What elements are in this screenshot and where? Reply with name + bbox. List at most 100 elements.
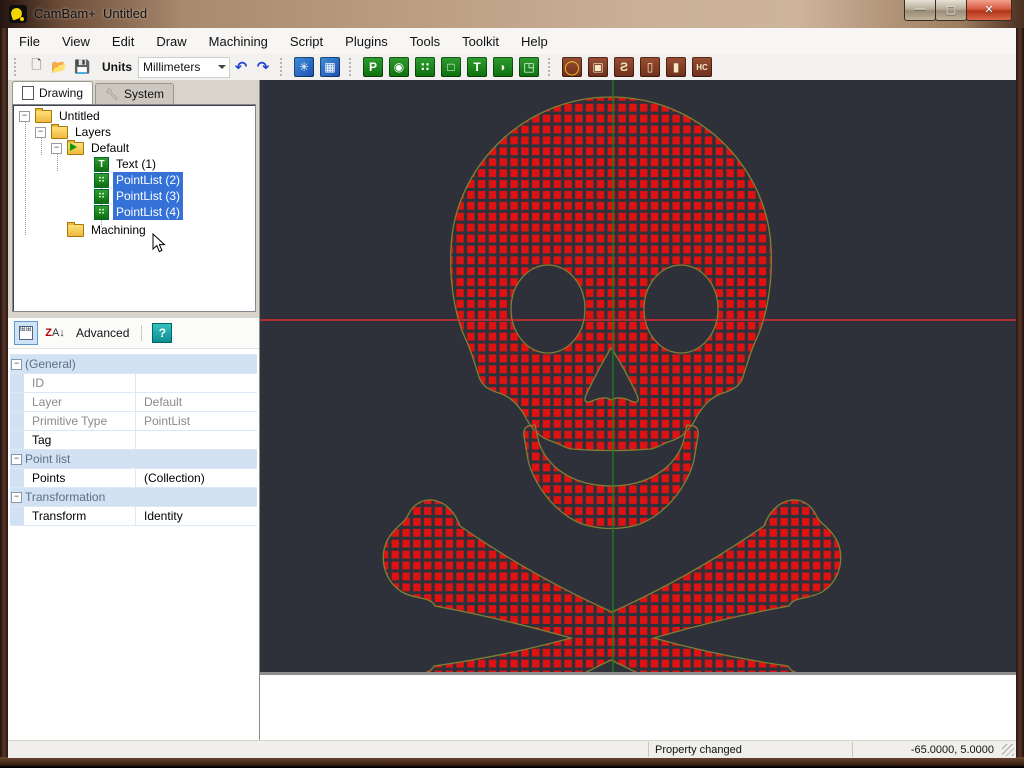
tree-connector — [25, 115, 26, 235]
tree-item-pointlist-2[interactable]: ∷ PointList (2) — [94, 172, 183, 188]
categorized-view-icon[interactable]: ⊞⊞ — [14, 321, 38, 345]
redo-button[interactable]: ↷ — [252, 58, 274, 76]
property-row-tag[interactable]: Tag — [10, 431, 257, 450]
panel-tabs: Drawing 🔧︎ System — [12, 82, 176, 104]
menu-toolkit[interactable]: Toolkit — [451, 30, 510, 53]
maximize-icon: ▢ — [946, 3, 956, 16]
advanced-button[interactable]: Advanced — [76, 326, 129, 340]
window-border-right — [1016, 28, 1024, 757]
text-entity-icon: T — [94, 157, 109, 172]
property-label: Points — [24, 469, 136, 487]
profile-icon[interactable]: ▯ — [640, 57, 660, 77]
property-row-primitive-type[interactable]: Primitive Type PointList — [10, 412, 257, 431]
units-label: Units — [102, 60, 132, 74]
minimize-icon: — — [915, 3, 926, 15]
pocket-icon[interactable]: ▣ — [588, 57, 608, 77]
property-value[interactable] — [136, 431, 144, 449]
snap-points-icon[interactable]: ✳ — [294, 57, 314, 77]
tree-item-text-1[interactable]: T Text (1) — [94, 156, 159, 172]
close-button[interactable]: ✕ — [966, 0, 1012, 21]
tree-expander-icon[interactable]: − — [51, 143, 62, 154]
tab-system[interactable]: 🔧︎ System — [95, 83, 174, 104]
alphabetical-sort-icon[interactable]: ZA↓ — [44, 322, 66, 344]
tree-item-untitled[interactable]: − Untitled — [19, 108, 103, 124]
property-label: ID — [24, 374, 136, 392]
tree-item-machining[interactable]: Machining — [51, 222, 149, 238]
menu-draw[interactable]: Draw — [145, 30, 197, 53]
property-category-general[interactable]: − (General) — [10, 355, 257, 374]
engrave-icon[interactable]: Ƨ — [614, 57, 634, 77]
titlebar[interactable]: CamBam+ Untitled — ▢ ✕ — [0, 0, 1024, 29]
drawing-canvas[interactable] — [260, 80, 1016, 672]
tree-item-label: PointList (2) — [113, 172, 183, 188]
toolbar-grip — [349, 58, 356, 76]
left-panel: Drawing 🔧︎ System − Untitled − Layers — [8, 80, 260, 740]
polyline-icon[interactable]: P — [363, 57, 383, 77]
tree-item-label: Text (1) — [113, 156, 159, 172]
window-border-bottom — [0, 757, 1024, 768]
property-value: PointList — [136, 412, 190, 430]
property-row-points[interactable]: Points (Collection) — [10, 469, 257, 488]
tree-expander-icon[interactable]: − — [35, 127, 46, 138]
window-title: CamBam+ Untitled — [34, 6, 147, 21]
menu-file[interactable]: File — [8, 30, 51, 53]
tree-item-layers[interactable]: − Layers — [35, 124, 114, 140]
object3d-icon[interactable]: ◳ — [519, 57, 539, 77]
collapse-icon[interactable]: − — [11, 359, 22, 370]
menu-machining[interactable]: Machining — [198, 30, 279, 53]
category-label: Transformation — [25, 490, 105, 504]
undo-button[interactable]: ↶ — [230, 58, 252, 76]
property-row-transform[interactable]: Transform Identity — [10, 507, 257, 526]
property-label: Transform — [24, 507, 136, 525]
page-icon — [22, 86, 34, 100]
property-row-layer[interactable]: Layer Default — [10, 393, 257, 412]
collapse-icon[interactable]: − — [11, 454, 22, 465]
maximize-button[interactable]: ▢ — [935, 0, 967, 21]
property-category-point-list[interactable]: − Point list — [10, 450, 257, 469]
menu-view[interactable]: View — [51, 30, 101, 53]
grid-icon[interactable]: ▦ — [320, 57, 340, 77]
property-label: Tag — [24, 431, 136, 449]
property-category-transformation[interactable]: − Transformation — [10, 488, 257, 507]
indent-strip — [10, 469, 24, 487]
tree-item-default-layer[interactable]: − Default — [51, 140, 132, 156]
tree-expander-icon[interactable]: − — [19, 111, 30, 122]
open-file-icon[interactable]: 📂 — [50, 58, 69, 76]
save-file-icon[interactable]: 💾 — [73, 58, 92, 76]
property-value[interactable]: Identity — [136, 507, 183, 525]
pointlist-icon[interactable]: ∷ — [415, 57, 435, 77]
menu-edit[interactable]: Edit — [101, 30, 145, 53]
mouse-cursor — [152, 233, 166, 257]
indent-strip — [10, 431, 24, 449]
status-message: Property changed — [648, 742, 852, 757]
chevron-down-icon — [218, 65, 226, 73]
tab-drawing[interactable]: Drawing — [12, 81, 93, 104]
tree-item-pointlist-4[interactable]: ∷ PointList (4) — [94, 204, 183, 220]
property-grid: − (General) ID Layer Default Primitive T… — [10, 354, 257, 526]
menu-help[interactable]: Help — [510, 30, 559, 53]
help-icon[interactable]: ? — [152, 323, 172, 343]
menu-bar: File View Edit Draw Machining Script Plu… — [8, 28, 1016, 55]
tree-item-pointlist-3[interactable]: ∷ PointList (3) — [94, 188, 183, 204]
surface-icon[interactable]: ◗ — [493, 57, 513, 77]
collapse-icon[interactable]: − — [11, 492, 22, 503]
drawing-tree: − Untitled − Layers − Default T Text (1)… — [12, 104, 256, 312]
new-file-icon[interactable]: 🗋 — [27, 58, 46, 76]
text-icon[interactable]: T — [467, 57, 487, 77]
rectangle-icon[interactable]: □ — [441, 57, 461, 77]
circle-icon[interactable]: ◉ — [389, 57, 409, 77]
heightmap-icon[interactable]: HC — [692, 57, 712, 77]
menu-tools[interactable]: Tools — [399, 30, 451, 53]
resize-grip[interactable] — [1002, 744, 1014, 756]
menu-plugins[interactable]: Plugins — [334, 30, 399, 53]
minimize-button[interactable]: — — [904, 0, 936, 21]
property-value: Default — [136, 393, 182, 411]
drill-icon[interactable]: ◯ — [562, 57, 582, 77]
menu-script[interactable]: Script — [279, 30, 334, 53]
property-row-id[interactable]: ID — [10, 374, 257, 393]
indent-strip — [10, 412, 24, 430]
pointlist-entity-icon: ∷ — [94, 189, 109, 204]
property-value[interactable]: (Collection) — [136, 469, 205, 487]
units-combobox[interactable]: Millimeters — [138, 57, 230, 78]
lathe-icon[interactable]: ▮ — [666, 57, 686, 77]
